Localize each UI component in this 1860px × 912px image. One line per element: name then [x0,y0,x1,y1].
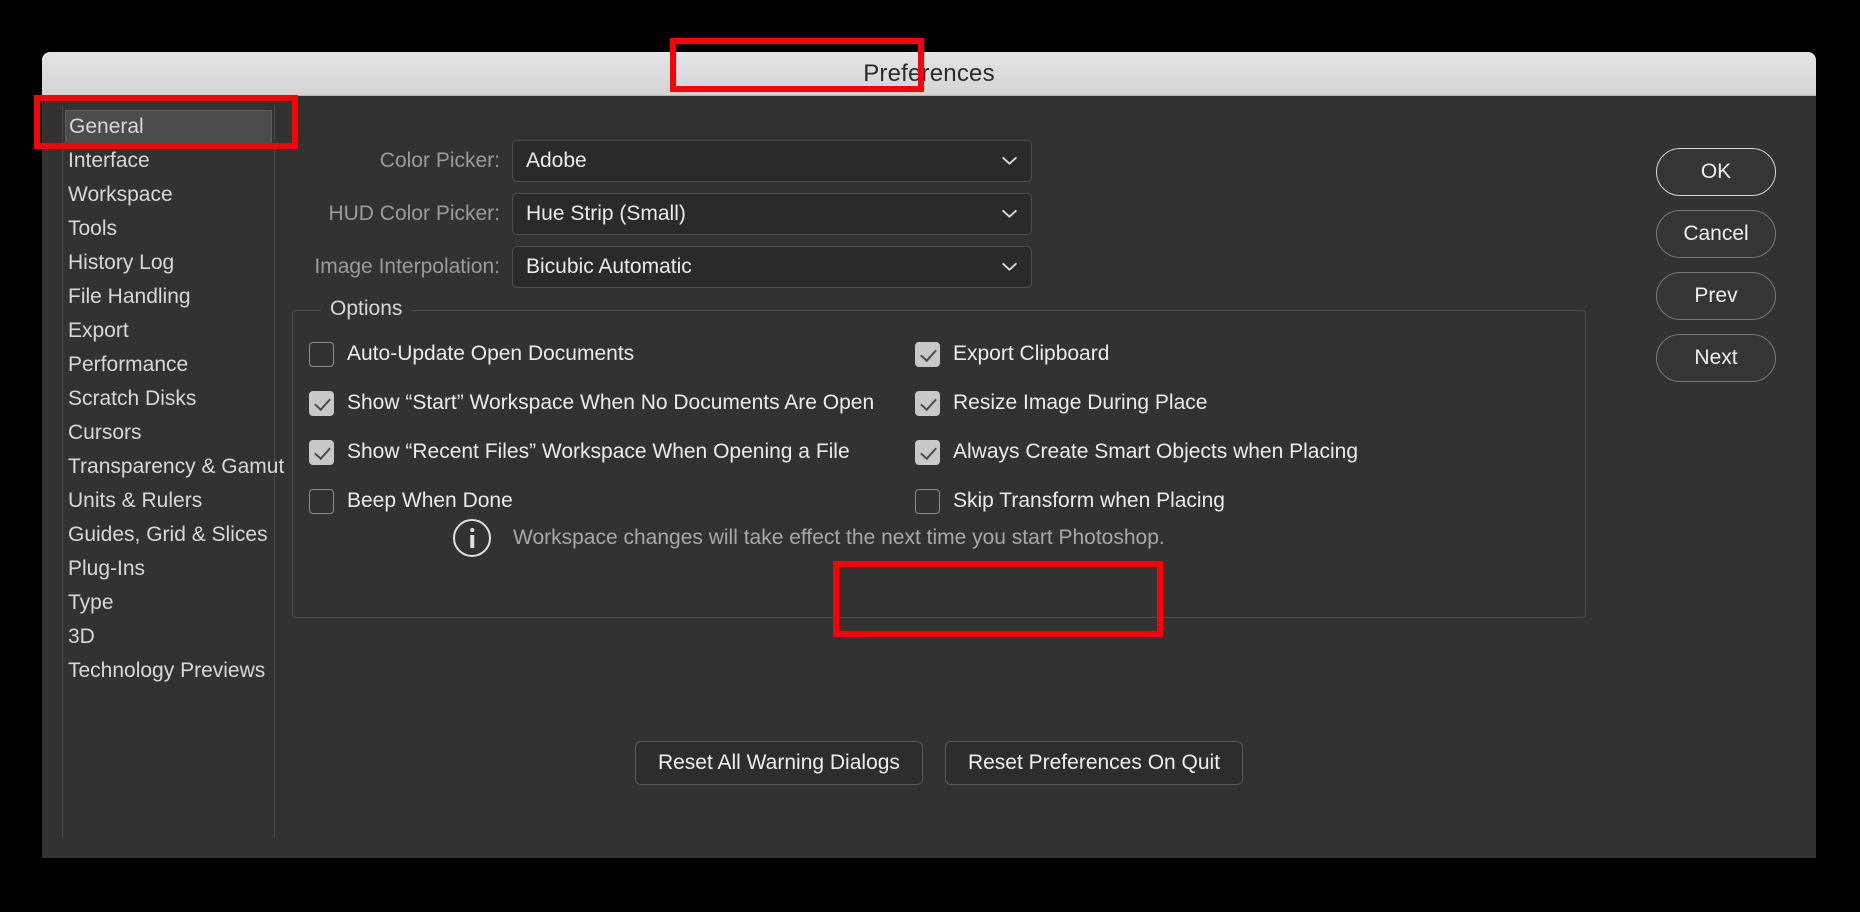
checkbox-checked-icon[interactable] [309,390,334,416]
action-buttons: OK Cancel Prev Next [1656,148,1776,382]
window-titlebar: Preferences [42,52,1816,96]
options-columns: Auto-Update Open Documents Show “Start” W… [293,338,1585,534]
color-picker-label: Color Picker: [379,149,500,172]
hud-color-picker-select[interactable]: Hue Strip (Small) [512,193,1032,235]
checkbox-checked-icon[interactable] [915,341,940,367]
checkbox-row-always-create-smart-objects-when-placing[interactable]: Always Create Smart Objects when Placing [915,436,1585,468]
chevron-down-icon [1002,156,1017,166]
reset-preferences-on-quit-button[interactable]: Reset Preferences On Quit [944,741,1244,785]
checkbox-row-resize-image-during-place[interactable]: Resize Image During Place [915,387,1585,419]
form-row-hud-color-picker: HUD Color Picker: Hue Strip (Small) [280,193,1816,235]
checkbox-row-beep-when-done[interactable]: Beep When Done [309,485,915,517]
sidebar: General Interface Workspace Tools History Lo… [42,96,284,858]
checkbox-row-skip-transform-when-placing[interactable]: Skip Transform when Placing [915,485,1585,517]
screenshot-root: Preferences General Interface Workspace Too… [0,0,1860,912]
sidebar-item-export[interactable]: Export [63,314,274,348]
checkbox-row-auto-update-open-documents[interactable]: Auto-Update Open Documents [309,338,915,370]
sidebar-item-scratch-disks[interactable]: Scratch Disks [63,382,274,416]
sidebar-item-guides-grid-slices[interactable]: Guides, Grid & Slices [63,518,274,552]
color-picker-value: Adobe [526,149,587,172]
bottom-buttons: Reset All Warning Dialogs Reset Preferenc… [292,741,1586,785]
sidebar-list[interactable]: General Interface Workspace Tools History Lo… [62,106,284,837]
window-body: General Interface Workspace Tools History Lo… [42,96,1816,858]
options-right-column: Export Clipboard Resize Image During Plac… [915,338,1585,534]
form-rows: Color Picker: Adobe HUD Color Picker: Hue S… [280,96,1816,288]
next-button[interactable]: Next [1656,334,1776,382]
form-row-color-picker: Color Picker: Adobe [280,140,1816,182]
sidebar-item-tools[interactable]: Tools [63,212,274,246]
color-picker-select[interactable]: Adobe [512,140,1032,182]
image-interpolation-value: Bicubic Automatic [526,255,692,278]
checkbox-unchecked-icon[interactable] [915,488,940,514]
workspace-notice-text: Workspace changes will take effect the n… [513,526,1165,549]
checkbox-label: Skip Transform when Placing [953,489,1225,512]
image-interpolation-select[interactable]: Bicubic Automatic [512,246,1032,288]
checkbox-unchecked-icon[interactable] [309,341,334,367]
prev-button[interactable]: Prev [1656,272,1776,320]
options-left-column: Auto-Update Open Documents Show “Start” W… [293,338,915,534]
reset-all-warning-dialogs-button[interactable]: Reset All Warning Dialogs [634,741,923,785]
checkbox-label: Always Create Smart Objects when Placing [953,440,1358,463]
image-interpolation-label: Image Interpolation: [314,255,500,278]
window-title: Preferences [863,59,995,87]
sidebar-item-plug-ins[interactable]: Plug-Ins [63,552,274,586]
checkbox-label: Show “Start” Workspace When No Documents… [347,391,875,414]
checkbox-label: Beep When Done [347,489,513,512]
checkbox-label: Resize Image During Place [953,391,1208,414]
hud-color-picker-label: HUD Color Picker: [328,202,500,225]
sidebar-item-transparency-gamut[interactable]: Transparency & Gamut [63,450,284,484]
workspace-notice: Workspace changes will take effect the n… [453,519,1165,557]
checkbox-label: Show “Recent Files” Workspace When Openi… [347,440,850,463]
checkbox-checked-icon[interactable] [915,439,940,465]
checkbox-checked-icon[interactable] [915,390,940,416]
sidebar-item-interface[interactable]: Interface [63,144,274,178]
checkbox-row-show-recent-files-workspace-when-opening-a-file[interactable]: Show “Recent Files” Workspace When Openi… [309,436,915,468]
options-group: Options Auto-Update Open Documents Show “… [292,297,1586,618]
content-panel: Color Picker: Adobe HUD Color Picker: Hue S… [280,96,1816,858]
checkbox-row-show-start-workspace-when-no-documents-are-open[interactable]: Show “Start” Workspace When No Documents… [309,387,915,419]
sidebar-item-technology-previews[interactable]: Technology Previews [63,654,274,688]
sidebar-item-performance[interactable]: Performance [63,348,274,382]
preferences-window: Preferences General Interface Workspace Too… [42,52,1816,858]
checkbox-label: Auto-Update Open Documents [347,342,635,365]
form-row-image-interpolation: Image Interpolation: Bicubic Automatic [280,246,1816,288]
checkbox-unchecked-icon[interactable] [309,488,334,514]
options-group-legend: Options [321,297,412,321]
sidebar-item-history-log[interactable]: History Log [63,246,274,280]
chevron-down-icon [1002,262,1017,272]
ok-button[interactable]: OK [1656,148,1776,196]
checkbox-label: Export Clipboard [953,342,1110,365]
sidebar-item-workspace[interactable]: Workspace [63,178,274,212]
cancel-button[interactable]: Cancel [1656,210,1776,258]
sidebar-item-type[interactable]: Type [63,586,274,620]
sidebar-item-cursors[interactable]: Cursors [63,416,274,450]
sidebar-item-units-rulers[interactable]: Units & Rulers [63,484,274,518]
checkbox-row-export-clipboard[interactable]: Export Clipboard [915,338,1585,370]
checkbox-checked-icon[interactable] [309,439,334,465]
sidebar-item-3d[interactable]: 3D [63,620,274,654]
hud-color-picker-value: Hue Strip (Small) [526,202,686,225]
sidebar-item-general[interactable]: General [65,110,272,144]
sidebar-item-file-handling[interactable]: File Handling [63,280,274,314]
info-icon [453,519,491,557]
chevron-down-icon [1002,209,1017,219]
